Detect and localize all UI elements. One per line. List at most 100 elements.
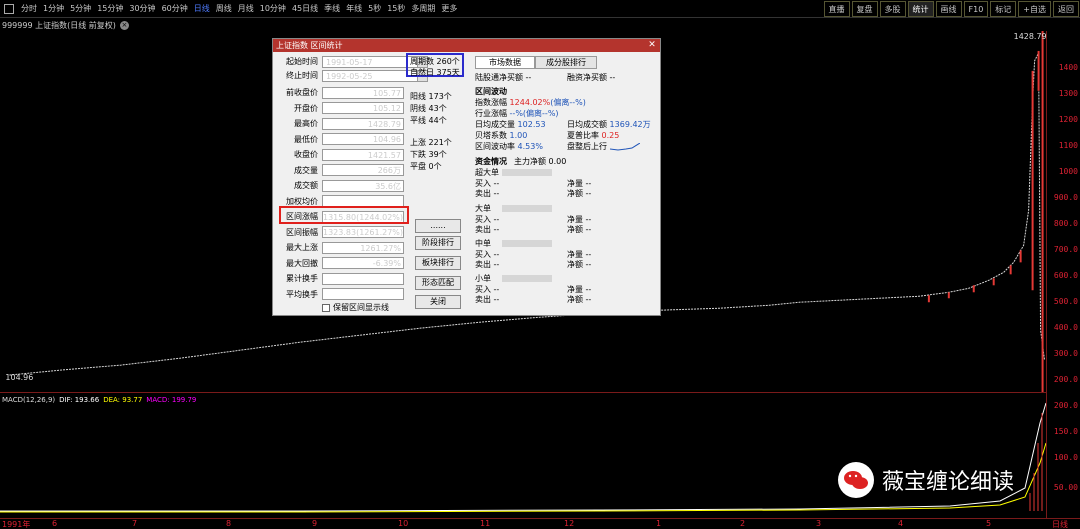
more-button[interactable]: ...... xyxy=(415,219,461,233)
fund-bar xyxy=(502,205,552,212)
stat-value[interactable]: 35.6亿 xyxy=(322,179,404,192)
toolbar-button-3[interactable]: 统计 xyxy=(907,1,934,17)
period-tab-16[interactable]: 更多 xyxy=(438,0,460,18)
stat-value[interactable]: 104.96 xyxy=(322,133,404,145)
fund-group-name: 中单 xyxy=(475,239,491,248)
stat-value[interactable] xyxy=(322,272,404,285)
period-tab-11[interactable]: 季线 xyxy=(321,0,343,18)
stat-value[interactable]: 1421.57 xyxy=(322,148,404,161)
tab-component-rank[interactable]: 成分股排行 xyxy=(535,56,597,69)
stat-label: 最低价 xyxy=(294,134,318,144)
stat-value[interactable]: 1428.79 xyxy=(322,117,404,130)
period-tab-1[interactable]: 1分钟 xyxy=(40,0,67,18)
period-tab-6[interactable]: 日线 xyxy=(191,0,213,18)
watermark: 薇宝缠论细读 xyxy=(838,462,1014,498)
price-tick: 1100 xyxy=(1058,141,1078,150)
hk-net-buy: 陆股通净买额 -- xyxy=(475,73,532,82)
fund-sell: 卖出 -- xyxy=(475,189,500,198)
period-tab-15[interactable]: 多周期 xyxy=(408,0,438,18)
tab-market-data[interactable]: 市场数据 xyxy=(475,56,535,69)
stage-rank-button[interactable]: 阶段排行 xyxy=(415,236,461,250)
date-tick: 7 xyxy=(132,519,138,528)
pattern-match-button[interactable]: 形态匹配 xyxy=(415,276,461,290)
toolbar-button-8[interactable]: 返回 xyxy=(1053,1,1079,17)
dialog-title-bar[interactable]: 上证指数 区间统计 ✕ xyxy=(273,39,660,52)
toolbar-button-4[interactable]: 画线 xyxy=(935,1,962,17)
price-tick: 500.0 xyxy=(1053,297,1078,306)
macd-tick: 150.0 xyxy=(1053,427,1078,436)
stat-label: 最大上涨 xyxy=(286,243,318,252)
period-tab-8[interactable]: 月线 xyxy=(235,0,257,18)
stat-row: 最低价 104.96 xyxy=(276,133,404,146)
price-tick: 900.0 xyxy=(1053,193,1078,202)
date-tick: 5 xyxy=(986,519,992,528)
industry-change: 行业涨幅 --%(偏离--%) xyxy=(475,109,559,118)
stat-label: 成交额 xyxy=(294,181,318,190)
stat-value[interactable]: -6.39% xyxy=(322,257,404,269)
keep-line-checkbox[interactable] xyxy=(322,303,330,312)
period-tab-5[interactable]: 60分钟 xyxy=(159,0,191,18)
avg-amount: 日均成交额 1369.42万 xyxy=(567,120,651,129)
stat-row: 成交额 35.6亿 xyxy=(276,179,404,192)
date-axis: 1991年 6 7 8 9 10 11 12 1 2 3 4 5 日线 xyxy=(0,518,1080,529)
stat-value[interactable]: 105.12 xyxy=(322,102,404,114)
fund-bar xyxy=(502,275,552,282)
stat-label: 区间振幅 xyxy=(286,227,318,237)
toolbar-button-6[interactable]: 标记 xyxy=(990,1,1017,17)
toolbar-button-0[interactable]: 直播 xyxy=(823,1,850,17)
price-tick: 1300 xyxy=(1058,89,1078,98)
toolbar-button-7[interactable]: +自选 xyxy=(1018,1,1051,17)
stat-value[interactable]: 1261.27% xyxy=(322,241,404,254)
macd-tick: 200.0 xyxy=(1053,401,1078,410)
stat-label: 平均换手 xyxy=(286,289,318,299)
trend-type: 盘整后上行 xyxy=(567,141,640,152)
close-icon[interactable]: ✕ xyxy=(647,40,657,50)
close-icon[interactable]: × xyxy=(119,20,129,30)
trend-sparkline xyxy=(609,142,640,151)
red-candles xyxy=(927,31,1044,392)
sharpe: 夏普比率 0.25 xyxy=(567,131,620,140)
fund-bar xyxy=(502,169,552,176)
macd-tick: 100.0 xyxy=(1053,453,1078,462)
sector-rank-button[interactable]: 板块排行 xyxy=(415,256,461,270)
stat-row: 累计换手 xyxy=(276,272,404,285)
period-tab-7[interactable]: 周线 xyxy=(213,0,235,18)
period-tab-10[interactable]: 45日线 xyxy=(289,0,321,18)
period-count: 周期数 260个 xyxy=(410,57,460,66)
stat-row: 最大上涨 1261.27% xyxy=(276,241,404,254)
volatility-title: 区间波动 xyxy=(475,87,507,96)
stat-value[interactable] xyxy=(322,288,404,300)
low-label: 104.96 xyxy=(5,373,33,382)
stock-code-name: 999999 上证指数(日线 前复权) xyxy=(2,20,116,30)
price-tick: 1000 xyxy=(1058,167,1078,176)
period-tab-9[interactable]: 10分钟 xyxy=(257,0,289,18)
stat-value[interactable]: 266万 xyxy=(322,164,404,176)
period-tab-14[interactable]: 15秒 xyxy=(384,0,408,18)
stat-value[interactable]: 1323.83(1261.27%) xyxy=(322,226,404,238)
period-tab-12[interactable]: 年线 xyxy=(343,0,365,18)
close-button[interactable]: 关闭 xyxy=(415,295,461,309)
watermark-text: 薇宝缠论细读 xyxy=(882,470,1015,495)
menu-icon[interactable] xyxy=(4,3,14,14)
price-tick: 400.0 xyxy=(1053,323,1078,332)
date-tick: 9 xyxy=(312,519,318,528)
flat-count: 平盘 0个 xyxy=(410,162,442,171)
keep-line-option[interactable]: 保留区间显示线 xyxy=(322,302,389,313)
period-tab-13[interactable]: 5秒 xyxy=(365,0,384,18)
period-tab-4[interactable]: 30分钟 xyxy=(126,0,158,18)
stat-row: 收盘价 1421.57 xyxy=(276,148,404,161)
toolbar-button-1[interactable]: 复盘 xyxy=(851,1,878,17)
stat-row: 开盘价 105.12 xyxy=(276,102,404,115)
stat-value[interactable]: 105.77 xyxy=(322,86,404,99)
start-time-label: 起始时间 xyxy=(286,57,318,66)
date-tick: 4 xyxy=(898,519,904,528)
index-change: 指数涨幅 1244.02%(偏离--%) xyxy=(475,98,586,107)
toolbar-button-5[interactable]: F10 xyxy=(963,1,989,17)
period-tab-2[interactable]: 5分钟 xyxy=(67,0,94,18)
toolbar-button-2[interactable]: 多股 xyxy=(879,1,906,17)
period-tab-0[interactable]: 分时 xyxy=(18,0,40,18)
fund-group-name: 超大单 xyxy=(475,168,499,177)
price-tick: 300.0 xyxy=(1053,349,1078,358)
fund-net-amount: 净额 -- xyxy=(567,189,592,198)
period-tab-3[interactable]: 15分钟 xyxy=(94,0,126,18)
